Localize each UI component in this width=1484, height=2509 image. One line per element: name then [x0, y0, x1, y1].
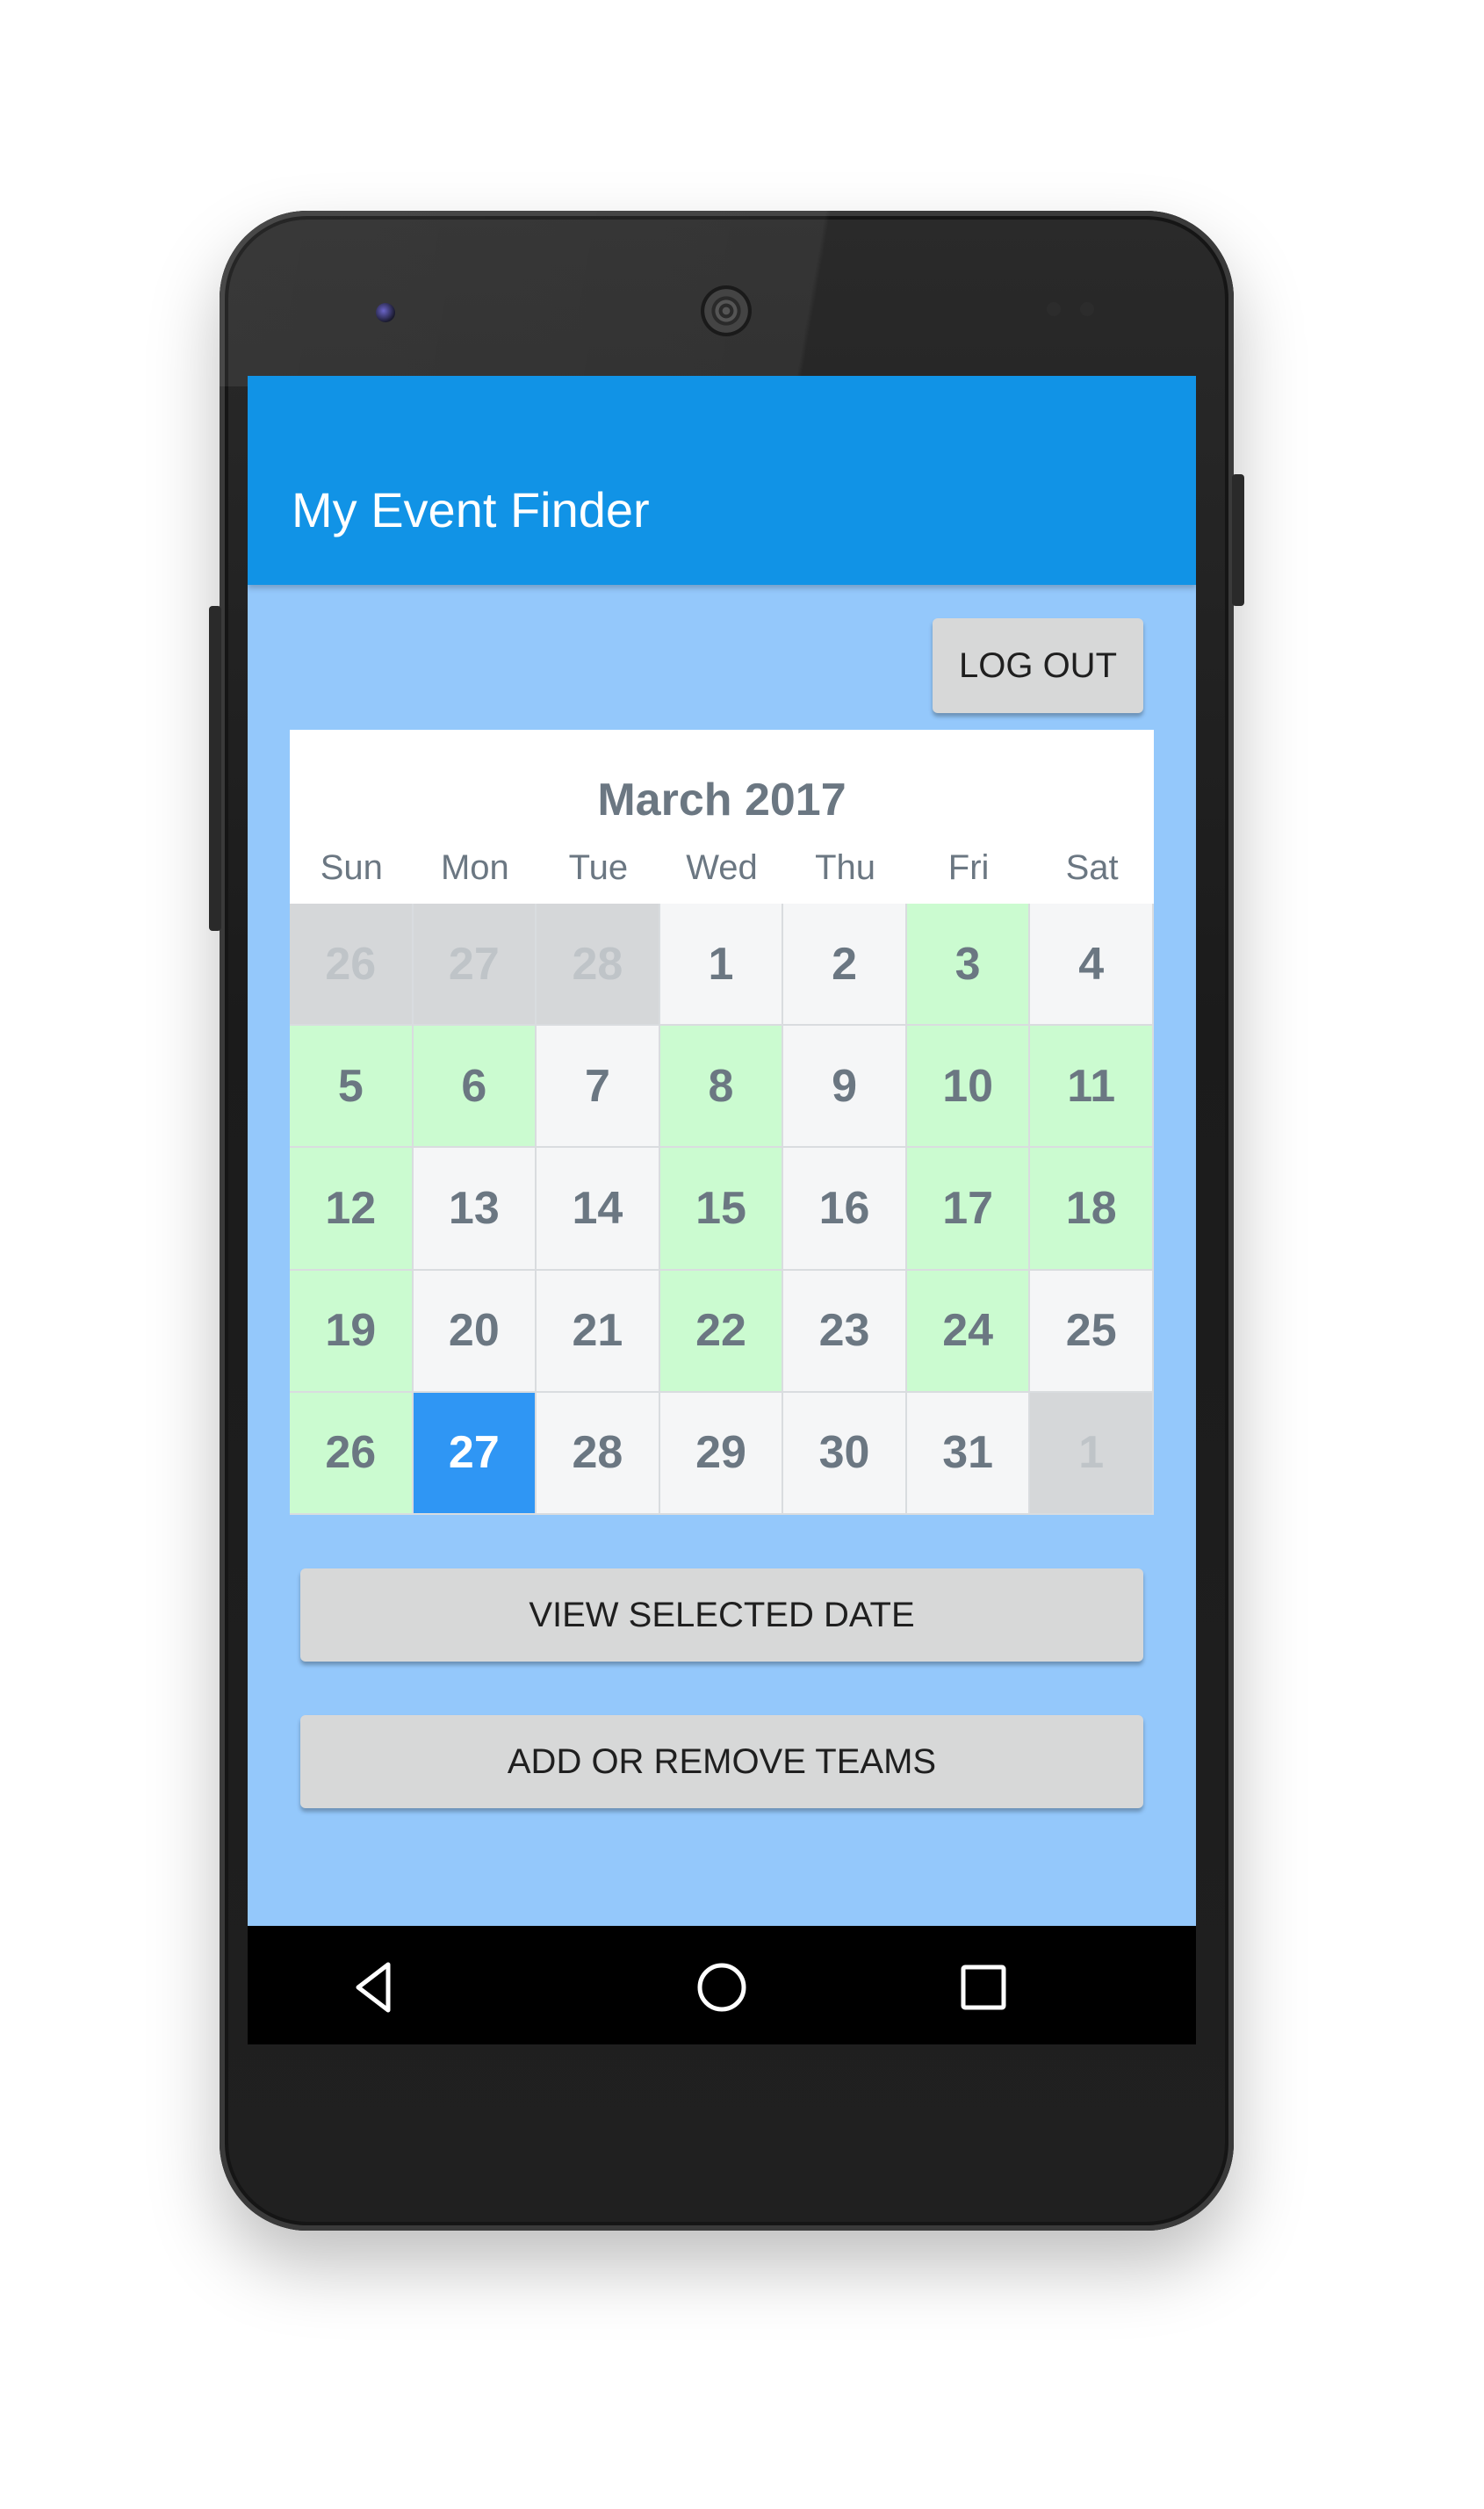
- phone-side-button-left: [209, 606, 221, 931]
- weekday-label: Tue: [568, 848, 629, 887]
- calendar-day[interactable]: 14: [537, 1148, 660, 1271]
- calendar-day[interactable]: 28: [537, 1392, 660, 1515]
- calendar-day[interactable]: 27: [413, 904, 537, 1027]
- calendar-day[interactable]: 29: [659, 1392, 784, 1515]
- calendar-day[interactable]: 8: [659, 1026, 784, 1149]
- calendar-day[interactable]: 1: [1030, 1392, 1154, 1515]
- calendar-month-label: March 2017: [597, 775, 846, 826]
- weekday-label: Fri: [947, 848, 990, 887]
- calendar-day-selected[interactable]: 27: [413, 1392, 537, 1515]
- calendar-day[interactable]: 31: [906, 1392, 1031, 1515]
- add-remove-teams-button[interactable]: ADD OR REMOVE TEAMS: [300, 1715, 1143, 1808]
- proximity-sensor: [1047, 302, 1061, 316]
- calendar-day[interactable]: 25: [1030, 1270, 1154, 1393]
- calendar-day[interactable]: 28: [537, 904, 660, 1027]
- calendar-day[interactable]: 13: [413, 1148, 537, 1271]
- weekday-label: Sun: [320, 848, 383, 887]
- calendar-day[interactable]: 3: [906, 904, 1031, 1027]
- app-bar: My Event Finder: [248, 376, 1196, 585]
- calendar-day-grid: 26 27 28 1 2 3 4 5 6 7 8 9 10 11 12 13 14 15 16 17 18 19 20 21 2…: [290, 904, 1154, 1515]
- light-sensor: [1080, 302, 1094, 316]
- phone-screen: My Event Finder LOG OUT March 2017 Sun M…: [248, 376, 1196, 2044]
- phone-side-button-right: [1232, 474, 1244, 606]
- weekday-header: Sun Mon Tue Wed Thu Fri Sat: [290, 848, 1154, 892]
- back-icon[interactable]: [346, 1959, 402, 2015]
- recents-icon[interactable]: [955, 1959, 1012, 2015]
- calendar-day[interactable]: 12: [290, 1148, 414, 1271]
- weekday-label: Wed: [686, 848, 758, 887]
- calendar-day[interactable]: 21: [537, 1270, 660, 1393]
- weekday-label: Thu: [815, 848, 875, 887]
- calendar-day[interactable]: 26: [290, 1392, 414, 1515]
- calendar-day[interactable]: 26: [290, 904, 414, 1027]
- calendar: March 2017 Sun Mon Tue Wed Thu Fri Sat 2…: [290, 730, 1154, 1515]
- calendar-day[interactable]: 23: [783, 1270, 907, 1393]
- calendar-day[interactable]: 24: [906, 1270, 1031, 1393]
- calendar-day[interactable]: 9: [783, 1026, 907, 1149]
- calendar-day[interactable]: 6: [413, 1026, 537, 1149]
- calendar-day[interactable]: 10: [906, 1026, 1031, 1149]
- weekday-label: Mon: [440, 848, 509, 887]
- weekday-label: Sat: [1065, 848, 1119, 887]
- system-nav-bar: [248, 1926, 1196, 2044]
- home-icon[interactable]: [694, 1959, 750, 2015]
- calendar-day[interactable]: 17: [906, 1148, 1031, 1271]
- calendar-day[interactable]: 4: [1030, 904, 1154, 1027]
- calendar-day[interactable]: 1: [659, 904, 784, 1027]
- calendar-day[interactable]: 18: [1030, 1148, 1154, 1271]
- earpiece-speaker: [701, 285, 752, 336]
- calendar-day[interactable]: 5: [290, 1026, 414, 1149]
- calendar-day[interactable]: 20: [413, 1270, 537, 1393]
- view-selected-date-button[interactable]: VIEW SELECTED DATE: [300, 1568, 1143, 1662]
- front-camera: [376, 303, 395, 322]
- calendar-day[interactable]: 2: [783, 904, 907, 1027]
- calendar-day[interactable]: 7: [537, 1026, 660, 1149]
- calendar-day[interactable]: 16: [783, 1148, 907, 1271]
- calendar-day[interactable]: 15: [659, 1148, 784, 1271]
- calendar-day[interactable]: 11: [1030, 1026, 1154, 1149]
- calendar-day[interactable]: 19: [290, 1270, 414, 1393]
- app-title: My Event Finder: [292, 482, 650, 537]
- calendar-day[interactable]: 30: [783, 1392, 907, 1515]
- log-out-button[interactable]: LOG OUT: [933, 618, 1143, 713]
- calendar-day[interactable]: 22: [659, 1270, 784, 1393]
